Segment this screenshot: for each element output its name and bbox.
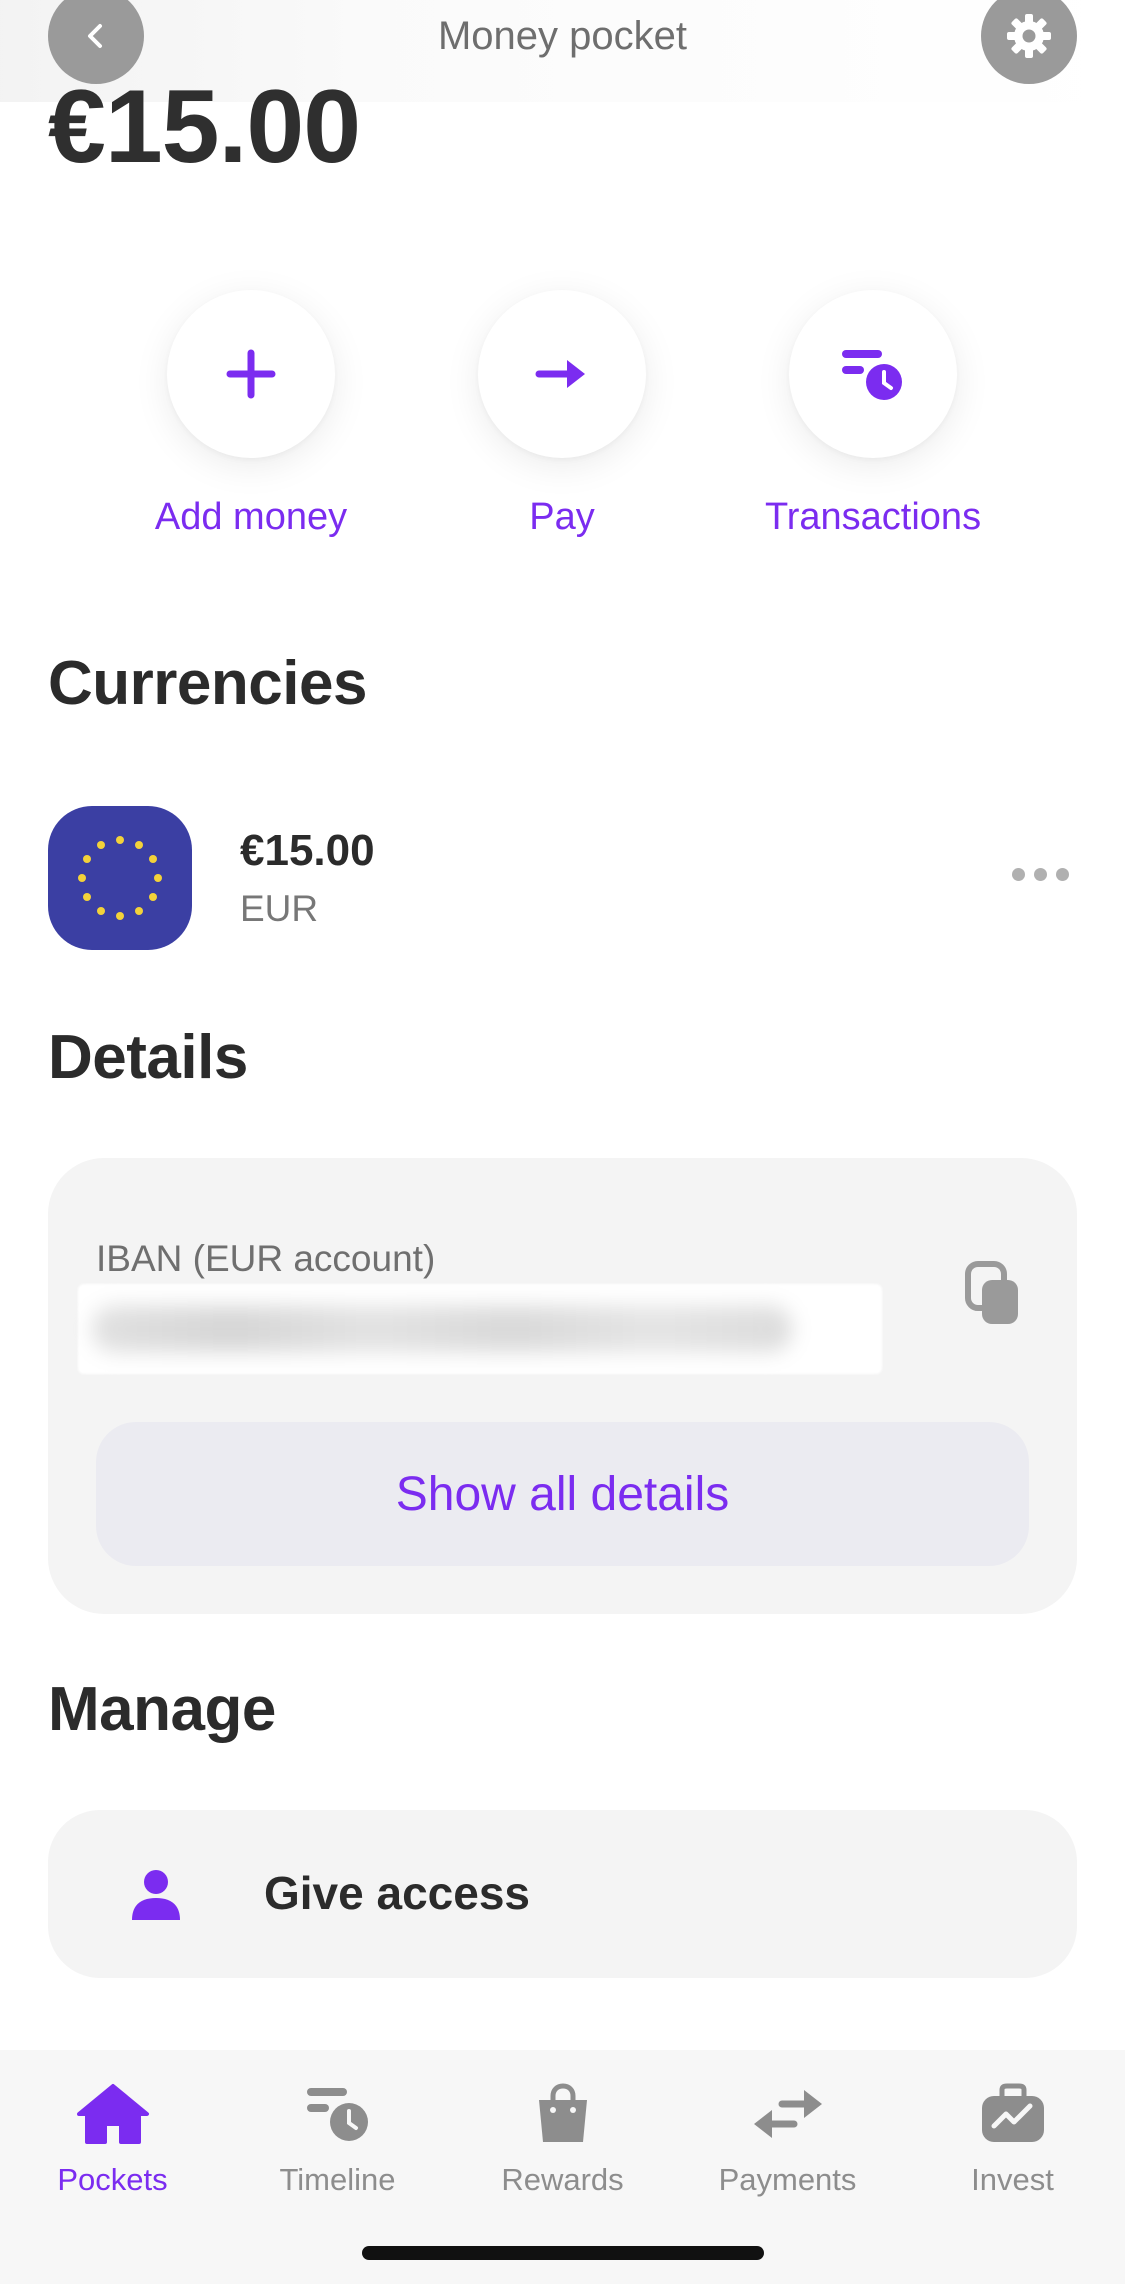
money-pocket-screen: Money pocket €15.00 Add money Pay Transa… — [0, 0, 1125, 2284]
iban-value-blurred — [78, 1284, 882, 1374]
pay-button[interactable] — [478, 290, 646, 458]
currencies-heading: Currencies — [48, 649, 367, 718]
tab-invest[interactable]: Invest — [900, 2078, 1125, 2198]
plus-icon — [226, 349, 276, 399]
tab-label: Pockets — [57, 2162, 168, 2197]
gear-icon — [1007, 14, 1051, 58]
pay-label: Pay — [529, 496, 595, 538]
iban-redacted — [92, 1306, 792, 1352]
pay-action[interactable]: Pay — [402, 290, 722, 539]
transactions-clock-icon — [842, 350, 902, 400]
tab-label: Timeline — [279, 2162, 396, 2197]
tab-pockets[interactable]: Pockets — [0, 2078, 225, 2198]
briefcase-chart-icon — [973, 2078, 1053, 2150]
tab-label: Payments — [718, 2162, 857, 2197]
tab-label: Rewards — [501, 2162, 624, 2197]
eu-flag-icon — [48, 806, 192, 950]
currency-code: EUR — [240, 888, 319, 929]
currency-amount: €15.00 — [240, 826, 375, 875]
more-options-icon[interactable] — [1012, 868, 1072, 888]
transactions-button[interactable] — [789, 290, 957, 458]
details-card: IBAN (EUR account) Show all details — [48, 1158, 1077, 1614]
transactions-label: Transactions — [764, 496, 982, 538]
add-money-button[interactable] — [167, 290, 335, 458]
tab-timeline[interactable]: Timeline — [225, 2078, 450, 2198]
tab-payments[interactable]: Payments — [675, 2078, 900, 2198]
give-access-row[interactable]: Give access — [48, 1810, 1077, 1978]
copy-icon[interactable] — [960, 1258, 1024, 1330]
shopping-bag-icon — [523, 2078, 603, 2150]
give-access-label: Give access — [264, 1867, 531, 1919]
person-icon — [132, 1870, 180, 1920]
home-indicator — [362, 2246, 764, 2260]
timeline-icon — [298, 2078, 378, 2150]
transactions-action[interactable]: Transactions — [713, 290, 1033, 539]
arrow-right-icon — [535, 360, 585, 388]
show-all-details-button[interactable]: Show all details — [96, 1422, 1029, 1566]
header-title: Money pocket — [437, 14, 688, 58]
iban-label: IBAN (EUR account) — [96, 1238, 436, 1279]
add-money-label: Add money — [154, 496, 348, 538]
tab-label: Invest — [971, 2162, 1054, 2197]
tab-rewards[interactable]: Rewards — [450, 2078, 675, 2198]
details-heading: Details — [48, 1023, 248, 1092]
transfer-arrows-icon — [748, 2078, 828, 2150]
home-icon — [73, 2078, 153, 2150]
pocket-balance: €15.00 — [48, 69, 361, 185]
add-money-action[interactable]: Add money — [91, 290, 411, 539]
manage-heading: Manage — [48, 1675, 276, 1744]
